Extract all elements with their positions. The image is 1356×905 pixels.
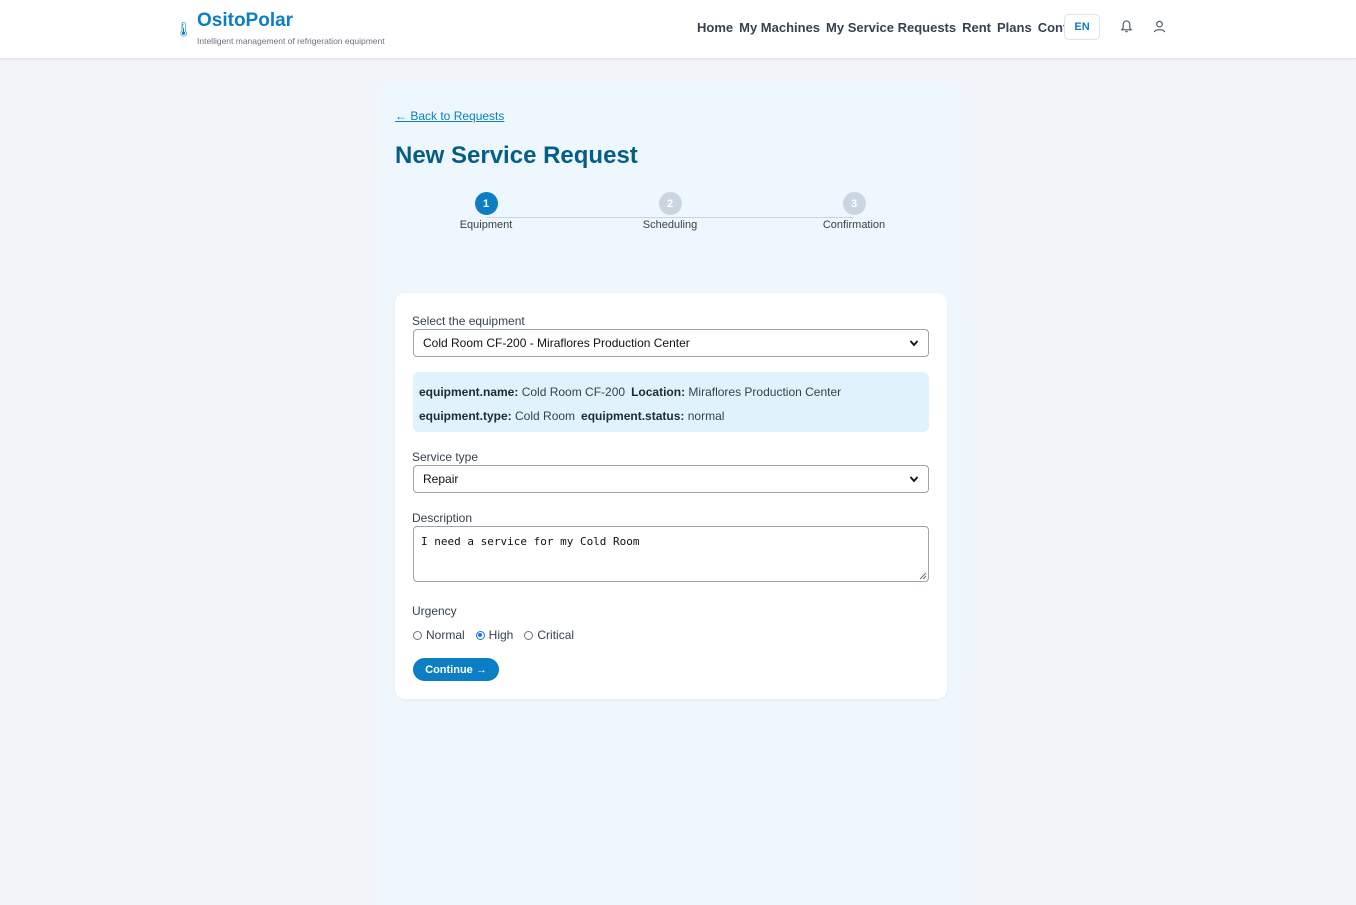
step-equipment: 1 Equipment [436, 192, 536, 231]
thermometer-icon: 🌡 [175, 21, 193, 37]
urgency-radio-group: Normal High Critical [413, 628, 574, 642]
radio-circle[interactable] [524, 630, 534, 640]
step-number: 3 [842, 192, 866, 215]
step-label: Confirmation [822, 219, 886, 231]
info-type-key: equipment.type: [419, 409, 512, 423]
user-icon[interactable] [1152, 19, 1167, 34]
description-label: Description [412, 511, 473, 525]
radio-circle[interactable] [413, 630, 422, 640]
language-button[interactable]: EN [1064, 14, 1100, 40]
radio-label: High [488, 628, 514, 642]
urgency-label: Urgency [412, 604, 457, 618]
equipment-select-value: Cold Room CF-200 - Miraflores Production… [423, 336, 690, 350]
info-status-key: equipment.status: [581, 409, 685, 423]
step-label: Scheduling [642, 219, 698, 231]
info-location-value: Miraflores Production Center [688, 385, 842, 399]
back-to-requests-link[interactable]: ← Back to Requests [395, 109, 504, 123]
resize-handle-icon[interactable] [919, 572, 927, 580]
nav-rent[interactable]: Rent [962, 20, 991, 35]
urgency-high-radio[interactable]: High [475, 628, 514, 642]
bell-icon[interactable] [1119, 19, 1134, 34]
info-name-key: equipment.name: [419, 385, 519, 399]
brand-tagline: Intelligent management of refrigeration … [197, 36, 385, 46]
step-number: 1 [474, 192, 498, 215]
nav-my-machines[interactable]: My Machines [739, 20, 820, 35]
equipment-select[interactable]: Cold Room CF-200 - Miraflores Production… [413, 329, 929, 357]
nav-my-service-requests[interactable]: My Service Requests [826, 20, 956, 35]
radio-label: Normal [426, 628, 465, 642]
chevron-down-icon [909, 476, 919, 483]
urgency-normal-radio[interactable]: Normal [413, 628, 465, 642]
info-type-value: Cold Room [515, 409, 576, 423]
equipment-info-box: equipment.name: Cold Room CF-200 Locatio… [413, 372, 929, 432]
step-label: Equipment [459, 219, 513, 231]
brand-name[interactable]: OsitoPolar [197, 10, 293, 32]
step-scheduling: 2 Scheduling [620, 192, 720, 231]
top-header: 🌡 OsitoPolar Intelligent management of r… [0, 0, 1356, 59]
chevron-down-icon [909, 340, 919, 347]
service-type-value: Repair [423, 472, 459, 486]
equipment-select-label: Select the equipment [412, 314, 525, 328]
continue-button[interactable]: Continue → [413, 658, 499, 681]
step-number: 2 [658, 192, 682, 215]
info-location-key: Location: [631, 385, 686, 399]
description-value: I need a service for my Cold Room [421, 535, 640, 548]
nav-plans[interactable]: Plans [997, 20, 1032, 35]
urgency-critical-radio[interactable]: Critical [524, 628, 574, 642]
page-title: New Service Request [395, 142, 638, 169]
radio-label: Critical [537, 628, 575, 642]
nav-home[interactable]: Home [697, 20, 733, 35]
service-type-label: Service type [412, 450, 479, 464]
info-status-value: normal [687, 409, 725, 423]
step-confirmation: 3 Confirmation [804, 192, 904, 231]
main-nav: Home My Machines My Service Requests Ren… [697, 20, 1086, 35]
service-type-select[interactable]: Repair [413, 465, 929, 493]
info-name-value: Cold Room CF-200 [521, 385, 626, 399]
description-textarea[interactable]: I need a service for my Cold Room [413, 526, 929, 582]
radio-circle[interactable] [475, 630, 485, 640]
